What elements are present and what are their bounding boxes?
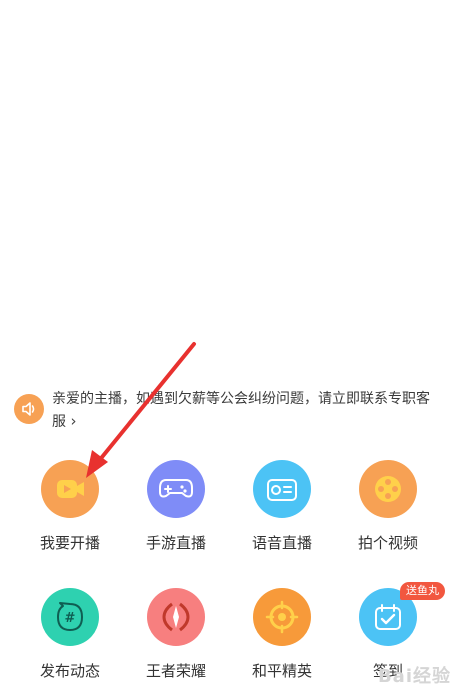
hashtag-bubble-icon: # (41, 588, 99, 646)
peacekeeper-elite-button[interactable]: 和平精英 (232, 588, 332, 681)
game-emblem-icon (147, 588, 205, 646)
announcement-message: 亲爱的主播，如遇到欠薪等公会纠纷问题，请立即联系专职客服 (52, 391, 430, 430)
calendar-check-icon: 送鱼丸 (359, 582, 445, 646)
voice-live-label: 语音直播 (251, 534, 312, 552)
chevron-right-icon[interactable]: › (70, 412, 76, 430)
mobile-game-live-label: 手游直播 (145, 534, 206, 552)
honor-of-kings-button[interactable]: 王者荣耀 (126, 588, 226, 681)
start-live-button[interactable]: 我要开播 (20, 460, 120, 553)
mobile-game-live-button[interactable]: 手游直播 (126, 460, 226, 553)
svg-text:#: # (65, 611, 76, 626)
voice-live-button[interactable]: 语音直播 (232, 460, 332, 553)
radio-icon (253, 460, 311, 518)
film-reel-icon (359, 460, 417, 518)
announcement-bar[interactable]: 亲爱的主播，如遇到欠薪等公会纠纷问题，请立即联系专职客服 › (14, 388, 446, 433)
shoot-video-label: 拍个视频 (357, 534, 418, 552)
post-moment-label: 发布动态 (39, 662, 100, 680)
shoot-video-button[interactable]: 拍个视频 (338, 460, 438, 553)
video-camera-icon (41, 460, 99, 518)
crosshair-icon (253, 588, 311, 646)
watermark: Bai经验 (377, 666, 451, 687)
peacekeeper-elite-label: 和平精英 (251, 662, 312, 680)
start-live-label: 我要开播 (39, 534, 100, 552)
gamepad-icon (147, 460, 205, 518)
post-moment-button[interactable]: # 发布动态 (20, 588, 120, 681)
announcement-text: 亲爱的主播，如遇到欠薪等公会纠纷问题，请立即联系专职客服 › (52, 388, 442, 433)
speaker-icon (14, 394, 44, 424)
reward-badge: 送鱼丸 (400, 582, 445, 600)
honor-of-kings-label: 王者荣耀 (145, 662, 206, 680)
